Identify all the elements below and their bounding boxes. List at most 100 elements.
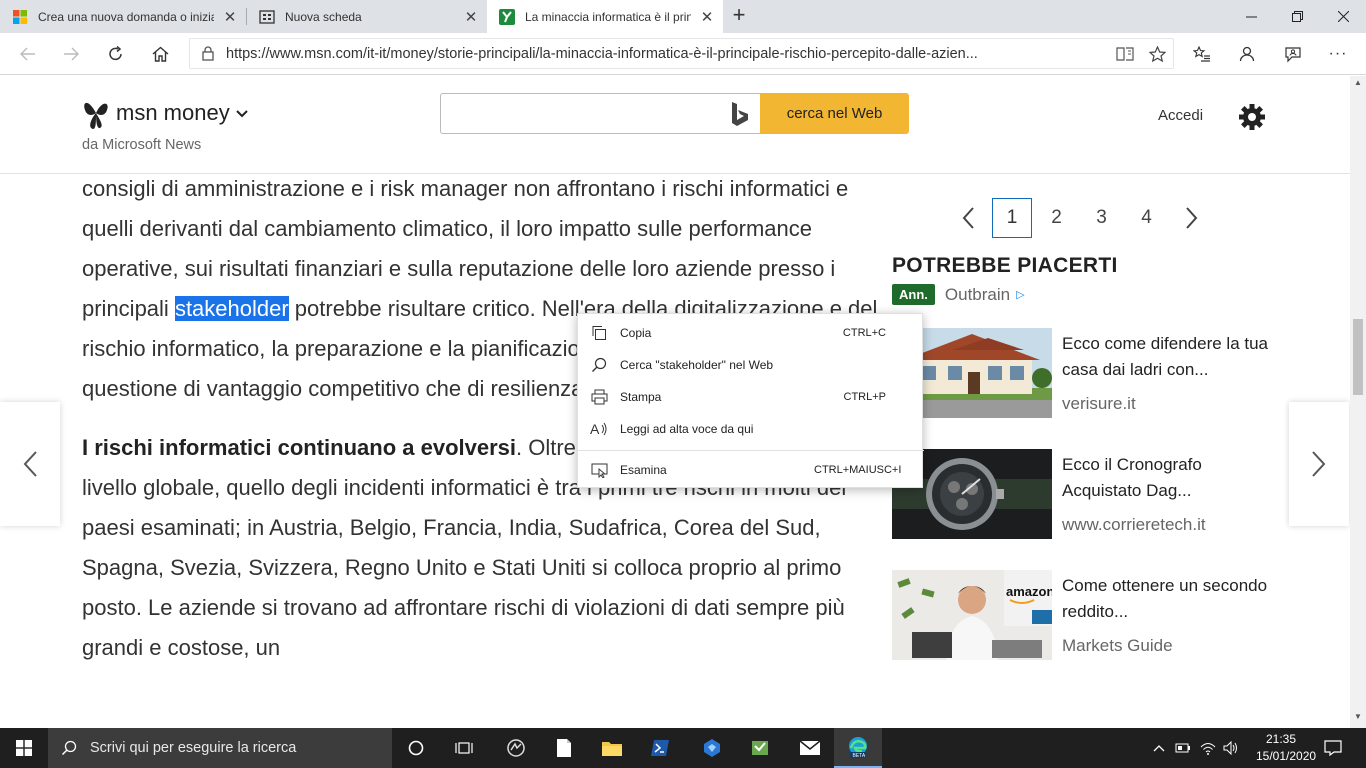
menu-item-print[interactable]: Stampa CTRL+P <box>578 381 924 413</box>
clock-time: 21:35 <box>1265 732 1297 746</box>
mail-icon[interactable] <box>786 728 834 768</box>
gear-icon[interactable] <box>1238 103 1266 136</box>
back-icon[interactable] <box>15 41 41 67</box>
close-tab-icon[interactable]: ✕ <box>463 8 479 26</box>
system-clock[interactable]: 21:35 15/01/2020 <box>1256 731 1317 765</box>
new-tab-page-icon <box>259 9 275 25</box>
powershell-icon[interactable] <box>636 728 684 768</box>
tab-strip: Crea una nuova domanda o inizia una disc… <box>0 0 1366 33</box>
volume-icon[interactable] <box>1220 728 1242 768</box>
profile-icon[interactable] <box>1234 41 1260 67</box>
reading-view-icon[interactable] <box>1109 46 1141 62</box>
card-source: Markets Guide <box>1062 636 1173 655</box>
battery-icon[interactable] <box>1172 728 1194 768</box>
favorites-list-icon[interactable] <box>1189 41 1215 67</box>
start-button[interactable] <box>0 728 48 768</box>
new-tab-button[interactable]: + <box>728 4 750 28</box>
selected-text[interactable]: stakeholder <box>174 296 289 321</box>
menu-item-label: Esamina <box>620 463 667 477</box>
svg-text:amazon: amazon <box>1006 584 1052 599</box>
pager-page-2[interactable]: 2 <box>1034 198 1079 238</box>
feedback-icon[interactable] <box>1280 41 1306 67</box>
close-tab-icon[interactable]: ✕ <box>699 8 715 26</box>
taskbar-search[interactable]: Scrivi qui per eseguire la ricerca <box>48 728 392 768</box>
feedback-hub-icon[interactable] <box>492 728 540 768</box>
vertical-scrollbar[interactable]: ▲ ▼ <box>1350 76 1366 728</box>
chevron-down-icon[interactable] <box>236 105 248 122</box>
recommend-card-2[interactable]: Ecco il Cronografo Acquistato Dag... www… <box>892 449 1272 539</box>
tab-1[interactable]: Crea una nuova domanda o inizia una disc… <box>0 0 246 33</box>
menu-item-inspect[interactable]: Esamina CTRL+MAIUSC+I <box>578 454 924 486</box>
app-blue-icon[interactable] <box>688 728 736 768</box>
file-explorer-icon[interactable] <box>588 728 636 768</box>
printer-icon <box>578 389 620 405</box>
next-article-button[interactable] <box>1289 402 1349 526</box>
url-text[interactable]: https://www.msn.com/it-it/money/storie-p… <box>226 46 1109 62</box>
forward-icon[interactable] <box>58 41 84 67</box>
close-window-icon[interactable] <box>1320 0 1366 33</box>
outbrain-link[interactable]: Outbrain <box>945 285 1010 305</box>
menu-item-search-web[interactable]: Cerca "stakeholder" nel Web <box>578 349 924 381</box>
pager-page-3[interactable]: 3 <box>1079 198 1124 238</box>
tab-2[interactable]: Nuova scheda ✕ <box>247 0 487 33</box>
home-icon[interactable] <box>147 41 173 67</box>
card-source: www.corrieretech.it <box>1062 515 1206 534</box>
favorite-star-icon[interactable] <box>1141 45 1173 62</box>
menu-item-label: Leggi ad alta voce da qui <box>620 422 754 436</box>
minimize-icon[interactable] <box>1228 0 1274 33</box>
search-input[interactable] <box>440 93 760 134</box>
lock-icon[interactable] <box>190 46 226 61</box>
slideshow-pager: 1 2 3 4 <box>945 198 1214 238</box>
signin-link[interactable]: Accedi <box>1158 107 1203 124</box>
search-icon <box>48 740 90 756</box>
card-title[interactable]: Come ottenere un secondo reddito... <box>1062 573 1272 625</box>
menu-item-shortcut: CTRL+C <box>842 327 886 339</box>
read-aloud-icon: A <box>578 421 620 437</box>
menu-item-label: Stampa <box>620 390 662 404</box>
man-laptop-thumbnail[interactable]: amazon <box>892 570 1052 660</box>
scrollbar-thumb[interactable] <box>1353 319 1363 395</box>
notepad-file-icon[interactable] <box>540 728 588 768</box>
pager-prev-icon[interactable] <box>945 198 990 238</box>
chevron-up-icon[interactable] <box>1148 728 1170 768</box>
cortana-icon[interactable] <box>392 728 440 768</box>
bing-logo-icon <box>730 101 750 132</box>
edge-beta-icon[interactable]: BETA <box>834 728 882 768</box>
task-view-icon[interactable] <box>440 728 488 768</box>
refresh-icon[interactable] <box>103 41 129 67</box>
windows-logo-icon <box>16 740 32 756</box>
logo-text: msn money <box>116 100 230 125</box>
adchoices-icon[interactable]: ▷ <box>1016 288 1024 301</box>
wifi-icon[interactable] <box>1196 728 1220 768</box>
pager-page-4[interactable]: 4 <box>1124 198 1169 238</box>
scroll-down-icon[interactable]: ▼ <box>1350 712 1366 726</box>
tab-title: Nuova scheda <box>285 9 362 24</box>
msn-logo[interactable]: msn money <box>82 96 248 130</box>
menu-item-label: Cerca "stakeholder" nel Web <box>620 358 774 372</box>
app-shield-icon[interactable] <box>736 728 784 768</box>
tab-3-active[interactable]: La minaccia informatica è il principale … <box>487 0 723 33</box>
more-menu-icon[interactable]: ··· <box>1325 41 1351 67</box>
butterfly-logo-icon <box>84 102 108 129</box>
previous-article-button[interactable] <box>0 402 60 526</box>
chevron-right-icon <box>1312 451 1326 477</box>
scroll-up-icon[interactable]: ▲ <box>1350 78 1366 92</box>
close-tab-icon[interactable]: ✕ <box>222 8 238 26</box>
logo-subtitle: da Microsoft News <box>82 137 202 153</box>
menu-item-read-aloud[interactable]: A Leggi ad alta voce da qui <box>578 413 924 445</box>
card-title[interactable]: Ecco il Cronografo Acquistato Dag... <box>1062 452 1272 504</box>
restore-icon[interactable] <box>1274 0 1320 33</box>
pager-page-1[interactable]: 1 <box>992 198 1032 238</box>
clock-date: 15/01/2020 <box>1256 749 1317 763</box>
msn-header-overlay: msn money da Microsoft News cerca nel We… <box>0 76 1350 174</box>
copy-icon <box>578 325 620 341</box>
menu-item-copy[interactable]: Copia CTRL+C <box>578 317 924 349</box>
notifications-icon[interactable] <box>1318 728 1348 768</box>
address-bar[interactable]: https://www.msn.com/it-it/money/storie-p… <box>189 38 1174 69</box>
pager-next-icon[interactable] <box>1169 198 1214 238</box>
recommend-card-3[interactable]: amazon Come ottenere un secondo reddito.… <box>892 570 1272 660</box>
search-web-button[interactable]: cerca nel Web <box>760 93 909 134</box>
card-title[interactable]: Ecco come difendere la tua casa dai ladr… <box>1062 331 1272 383</box>
svg-text:BETA: BETA <box>853 753 866 759</box>
recommend-card-1[interactable]: Ecco come difendere la tua casa dai ladr… <box>892 328 1272 418</box>
